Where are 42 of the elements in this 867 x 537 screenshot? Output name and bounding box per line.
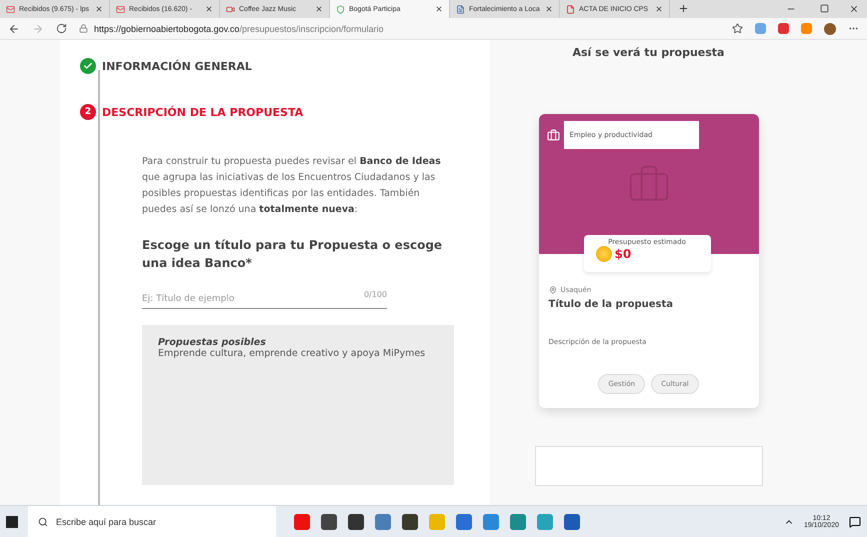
taskbar-app-icon[interactable]: [564, 514, 580, 530]
search-icon: [38, 516, 48, 526]
close-icon[interactable]: [655, 5, 663, 13]
close-icon[interactable]: [205, 5, 213, 13]
intro-text: Para construir tu propuesta puedes revisar el Banco de Ideas que agrupa las iniciativas de los Encuentros Ciudadanos y las posibles propuestas identificas por las entidades. También puedes así se lonzó una totalmente nueva:: [142, 155, 442, 217]
shield-icon: [336, 4, 345, 14]
question-heading: Escoge un título para tu Propuesta o escoge una idea Banco*: [142, 237, 444, 272]
new-tab-icon[interactable]: [678, 3, 689, 14]
reload-icon[interactable]: [56, 23, 67, 34]
budget-amount: $0: [614, 247, 632, 261]
taskbar-app-icon[interactable]: [321, 514, 337, 530]
document-icon: [566, 4, 575, 14]
profile-avatar[interactable]: [824, 22, 836, 34]
windows-start-icon[interactable]: [6, 516, 18, 528]
extension-icon[interactable]: [778, 23, 789, 34]
step-title: INFORMACIÓN GENERAL: [102, 60, 252, 72]
mail-icon: [116, 4, 125, 14]
close-icon[interactable]: [315, 5, 323, 13]
suggestions-title: Propuestas posibles: [158, 337, 267, 348]
taskbar-app-icon[interactable]: [402, 514, 418, 530]
taskbar-search-field[interactable]: Escribe aquí para buscar: [28, 506, 276, 537]
maximize-icon[interactable]: [820, 4, 829, 13]
video-icon: [226, 4, 235, 14]
mail-icon: [6, 4, 15, 14]
close-icon[interactable]: [435, 5, 443, 13]
suggestion-item[interactable]: Emprende cultura, emprende creativo y apoya MiPymes: [158, 348, 438, 359]
notifications-icon[interactable]: [849, 516, 861, 528]
close-icon[interactable]: [545, 5, 553, 13]
proposal-title: Título de la propuesta: [548, 299, 674, 310]
step-number: 2: [80, 104, 96, 120]
preview-heading: Así se verá tu propuesta: [572, 46, 724, 59]
taskbar-app-icon[interactable]: [348, 514, 364, 530]
location-pin-icon: [548, 286, 556, 294]
close-icon[interactable]: [95, 5, 103, 13]
briefcase-icon: [546, 128, 560, 142]
close-icon[interactable]: [849, 4, 859, 14]
character-counter: 0/100: [364, 290, 387, 299]
coin-icon: [596, 246, 612, 262]
document-icon: [456, 4, 465, 14]
star-icon[interactable]: [732, 23, 743, 34]
back-icon[interactable]: [8, 22, 20, 34]
step-title: DESCRIPCIÓN DE LA PROPUESTA: [102, 106, 304, 118]
